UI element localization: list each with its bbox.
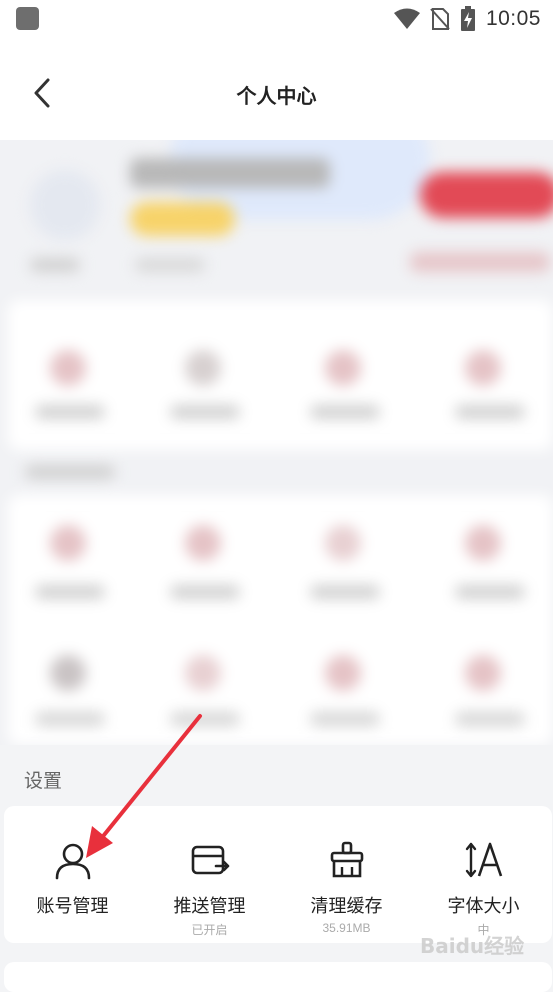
setting-label: 字体大小 [447, 896, 520, 916]
setting-label: 推送管理 [173, 896, 246, 916]
settings-card: 账号管理 推送管理 已开启 清理缓存 35.91MB 字体大小 中 [4, 806, 552, 943]
font-size-icon [465, 842, 502, 878]
status-bar: 10:05 [0, 0, 553, 38]
battery-charging-icon [460, 6, 475, 31]
blurred-content [0, 140, 553, 745]
no-sim-icon [430, 8, 450, 30]
push-icon [191, 845, 229, 875]
watermark: Baidu经验 [420, 934, 525, 958]
setting-sub: 已开启 [191, 923, 228, 937]
app-notification-icon [16, 7, 39, 30]
clear-cache-button[interactable]: 清理缓存 35.91MB [278, 806, 415, 943]
broom-icon [330, 841, 363, 878]
account-management-button[interactable]: 账号管理 [4, 806, 141, 943]
wifi-icon [393, 8, 420, 29]
next-section-card [4, 962, 552, 992]
page-header: 个人中心 [0, 38, 553, 140]
font-size-button[interactable]: 字体大小 中 [415, 806, 552, 943]
page-title: 个人中心 [236, 86, 317, 108]
setting-label: 账号管理 [36, 896, 109, 916]
setting-sub: 35.91MB [322, 921, 371, 935]
setting-label: 清理缓存 [310, 896, 383, 916]
user-icon [55, 843, 90, 880]
status-time: 10:05 [485, 7, 541, 30]
settings-section-label: 设置 [24, 771, 63, 792]
push-management-button[interactable]: 推送管理 已开启 [141, 806, 278, 943]
